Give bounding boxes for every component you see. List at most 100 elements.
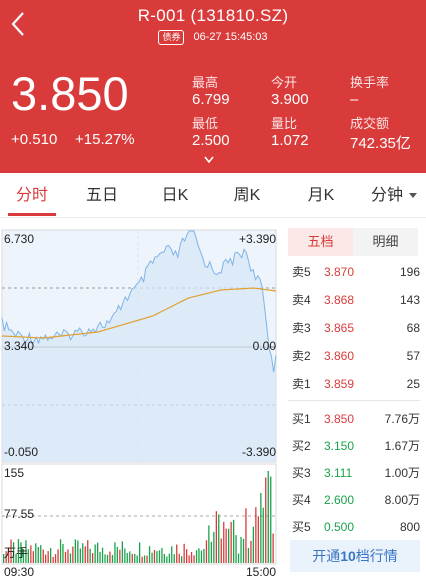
dropdown-caret-icon xyxy=(409,193,417,199)
price-change: +0.510 xyxy=(11,131,58,148)
ask-price: 3.860 xyxy=(324,349,355,363)
volume-bar xyxy=(114,542,116,563)
ask-row: 卖3 3.865 68 xyxy=(288,318,420,338)
volume-bar xyxy=(186,549,188,563)
volume-bar xyxy=(109,551,111,563)
tab-five-day[interactable]: 五日 xyxy=(78,173,126,218)
volume-bar xyxy=(106,554,109,563)
volume-bar xyxy=(87,540,89,563)
ask-level: 卖2 xyxy=(292,349,311,363)
order-book: 五档 明细 卖5 3.870 196 卖4 3.868 143 卖3 3.865… xyxy=(288,228,426,582)
stat-open-label: 今开 xyxy=(271,75,298,90)
time-end-label: 15:00 xyxy=(245,565,276,579)
volume-bar xyxy=(215,511,217,563)
bid-price: 2.600 xyxy=(324,493,355,507)
active-tab-indicator xyxy=(8,213,56,216)
open-button-number: 10 xyxy=(340,548,356,564)
bid-volume: 7.76万 xyxy=(384,412,420,426)
order-book-divider xyxy=(288,400,420,401)
stat-low-value: 2.500 xyxy=(192,132,230,149)
volume-bar xyxy=(223,521,225,563)
volume-bar xyxy=(139,542,141,563)
bid-price: 3.850 xyxy=(324,412,355,426)
volume-bar xyxy=(35,543,37,563)
volume-bar xyxy=(69,553,72,563)
y-axis-top-label: 6.730 xyxy=(4,232,35,246)
volume-bar xyxy=(146,555,148,563)
stat-low-label: 最低 xyxy=(192,116,219,131)
volume-bar xyxy=(190,552,193,563)
open-button-prefix: 开通 xyxy=(312,548,341,564)
pct-axis-mid-label: 0.00 xyxy=(252,339,276,353)
tab-minute[interactable]: 分钟 xyxy=(364,173,424,218)
volume-bar xyxy=(116,547,118,563)
tab-daily-k[interactable]: 日K xyxy=(150,173,200,218)
price-change-percent: +15.27% xyxy=(75,131,135,148)
bid-row: 买5 0.500 800 xyxy=(288,517,420,537)
volume-bar xyxy=(136,555,138,563)
volume-bar xyxy=(151,552,153,563)
volume-bar xyxy=(47,551,49,563)
volume-bar xyxy=(84,546,86,563)
volume-bar xyxy=(260,493,262,563)
volume-bar xyxy=(173,554,175,563)
volume-bars xyxy=(3,471,274,563)
volume-bar xyxy=(32,551,34,563)
volume-bar xyxy=(262,507,264,563)
ask-row: 卖1 3.859 25 xyxy=(288,374,420,394)
stock-detail-screen: R-001 (131810.SZ) 债券 06-27 15:45:03 3.85… xyxy=(0,0,426,582)
bid-price: 0.500 xyxy=(324,520,355,534)
volume-bar xyxy=(30,545,32,563)
volume-bar xyxy=(193,555,195,563)
volume-bar xyxy=(119,549,121,563)
volume-bar xyxy=(50,548,52,563)
volume-bar xyxy=(195,550,198,563)
volume-bar xyxy=(156,551,158,563)
ask-level: 卖4 xyxy=(292,293,311,307)
volume-bar xyxy=(257,516,259,563)
volume-bar xyxy=(45,554,47,563)
volume-bar xyxy=(163,553,165,563)
bid-level: 买1 xyxy=(292,412,311,426)
volume-bar xyxy=(94,544,96,563)
open-ten-level-quotes-button[interactable]: 开通10档行情 xyxy=(290,540,420,572)
ask-row: 卖2 3.860 57 xyxy=(288,346,420,366)
tab-intraday[interactable]: 分时 xyxy=(8,173,56,218)
volume-bar xyxy=(52,557,54,563)
tab-monthly-k[interactable]: 月K xyxy=(296,173,346,218)
ask-row: 卖4 3.868 143 xyxy=(288,290,420,310)
tab-trade-details[interactable]: 明细 xyxy=(353,228,418,256)
y-axis-mid-label: 3.340 xyxy=(4,339,35,353)
volume-bar xyxy=(129,551,131,563)
volume-bar xyxy=(245,508,247,563)
chart-period-tabs: 分时 五日 日K 周K 月K 分钟 xyxy=(0,173,426,218)
stat-volume-ratio-value: 1.072 xyxy=(271,132,309,149)
volume-bar xyxy=(59,539,62,563)
volume-bar xyxy=(235,535,237,563)
tab-weekly-k[interactable]: 周K xyxy=(222,173,272,218)
bid-level: 买3 xyxy=(292,466,311,480)
volume-bar xyxy=(141,556,143,563)
bid-volume: 1.67万 xyxy=(384,439,420,453)
volume-bar xyxy=(230,521,232,563)
ask-volume: 25 xyxy=(406,377,420,391)
volume-bar xyxy=(198,548,200,563)
volume-bar xyxy=(205,540,208,563)
volume-bar xyxy=(42,549,44,563)
ask-price: 3.865 xyxy=(324,321,355,335)
volume-bar xyxy=(134,553,136,563)
bid-level: 买2 xyxy=(292,439,311,453)
volume-bar xyxy=(242,538,245,563)
volume-bar xyxy=(57,549,59,563)
bid-row: 买2 3.150 1.67万 xyxy=(288,436,420,456)
volume-bar xyxy=(124,548,126,563)
bid-row: 买4 2.600 8.00万 xyxy=(288,490,420,510)
volume-bar xyxy=(89,548,91,563)
volume-bar xyxy=(77,540,79,563)
volume-bar xyxy=(237,553,240,563)
intraday-chart[interactable]: 6.730 3.340 -0.050 +3.390 0.00 -3.390 15… xyxy=(0,228,280,582)
volume-bar xyxy=(64,551,67,563)
tab-five-levels[interactable]: 五档 xyxy=(288,228,353,256)
volume-bar xyxy=(247,548,250,563)
expand-chevron-icon[interactable] xyxy=(203,156,215,164)
